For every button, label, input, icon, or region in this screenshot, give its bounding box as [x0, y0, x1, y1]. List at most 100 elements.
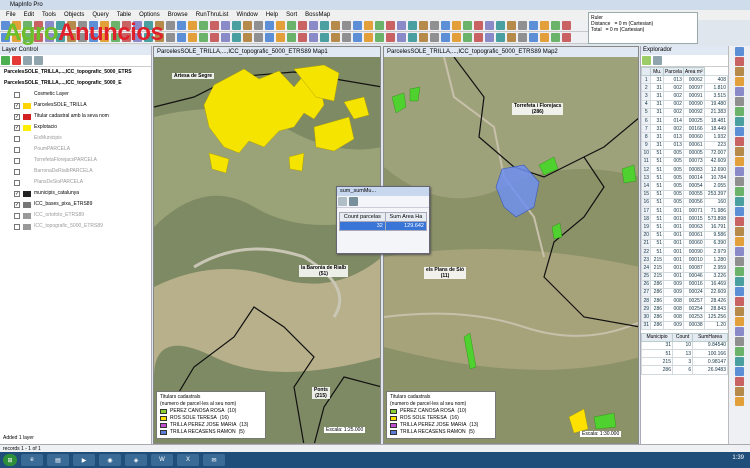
layer-row[interactable]: ICC_topografic_5000_ETRS89	[0, 221, 151, 232]
layer-visibility-checkbox[interactable]	[14, 212, 20, 219]
table-cell[interactable]: 29	[640, 304, 652, 314]
sum-count-cell[interactable]: 32	[339, 221, 386, 231]
tool-strip-icon[interactable]	[735, 107, 744, 116]
menu-item[interactable]: Browse	[168, 10, 188, 20]
table-cell[interactable]: 31	[650, 132, 664, 142]
table-cell[interactable]: 00060	[682, 238, 705, 248]
layer-visibility-checkbox[interactable]: ✓	[14, 124, 20, 131]
table-row[interactable]: 8 31 013 00060 1.932	[640, 132, 729, 142]
table-cell[interactable]: 00055	[682, 189, 705, 199]
table-cell[interactable]: 2.979	[703, 246, 729, 257]
table-cell[interactable]: 215	[641, 357, 673, 367]
toolbar-button-icon[interactable]	[353, 21, 362, 30]
table-cell[interactable]: 573.898	[703, 214, 729, 224]
table-cell[interactable]: 00097	[682, 83, 705, 93]
tool-strip-icon[interactable]	[735, 237, 744, 246]
toolbar-button-icon[interactable]	[496, 21, 505, 30]
toolbar-button-icon[interactable]	[496, 33, 505, 42]
layer-row[interactable]: ✓ Titular cadastral amb la seva nom	[0, 111, 151, 122]
tool-strip-icon[interactable]	[735, 327, 744, 336]
table-cell[interactable]: 31	[650, 140, 664, 150]
toolbar-button-icon[interactable]	[265, 21, 274, 30]
table-cell[interactable]: 00046	[682, 271, 705, 281]
layer-visibility-checkbox[interactable]: ✓	[14, 201, 20, 208]
table-row[interactable]: 15 51 005 00055 253.397	[640, 189, 729, 199]
tool-strip-icon[interactable]	[735, 317, 744, 326]
tool-strip-icon[interactable]	[735, 307, 744, 316]
layer-visibility-checkbox[interactable]	[14, 179, 20, 186]
table-cell[interactable]: 00005	[682, 148, 705, 158]
table-cell[interactable]: 160	[703, 197, 729, 208]
table-cell[interactable]: 009	[663, 287, 684, 298]
table-cell[interactable]: 30	[640, 312, 652, 322]
layer-row[interactable]: Cosmetic Layer	[0, 89, 151, 100]
table-cell[interactable]: 001	[663, 246, 684, 257]
tool-strip-icon[interactable]	[735, 217, 744, 226]
column-header[interactable]: Mu.	[650, 67, 664, 76]
toolbar-button-icon[interactable]	[463, 21, 472, 30]
table-row[interactable]: 10 51 005 00005 72.007	[640, 148, 729, 158]
tool-strip-icon[interactable]	[735, 67, 744, 76]
sum-row[interactable]: 32 129.642	[339, 221, 428, 231]
table-cell[interactable]: 19	[640, 222, 652, 232]
table-cell[interactable]: 005	[663, 189, 684, 199]
tool-strip-icon[interactable]	[735, 117, 744, 126]
table-row[interactable]: 26 286 009 00016 16.469	[640, 279, 729, 289]
toolbar-button-icon[interactable]	[188, 33, 197, 42]
start-button[interactable]: ⊞	[3, 454, 17, 466]
toolbar-button-icon[interactable]	[342, 33, 351, 42]
toolbar-button-icon[interactable]	[320, 21, 329, 30]
table-row[interactable]: 30 286 008 00253 125.256	[640, 312, 729, 322]
column-header[interactable]: Municipio	[641, 332, 673, 342]
table-cell[interactable]: 31	[650, 107, 664, 117]
table-cell[interactable]: 1.810	[703, 83, 729, 93]
table-cell[interactable]: 00090	[682, 99, 705, 109]
tool-strip-icon[interactable]	[735, 257, 744, 266]
table-row[interactable]: 4 31 002 00090 19.480	[640, 99, 729, 109]
table-cell[interactable]: 002	[663, 83, 684, 93]
table-cell[interactable]: 001	[663, 263, 684, 273]
table-row[interactable]: 31 286 009 00038 1.20	[640, 320, 729, 330]
table-cell[interactable]: 3	[671, 357, 694, 367]
table-cell[interactable]: 005	[663, 156, 684, 167]
toolbar-button-icon[interactable]	[254, 21, 263, 30]
toolbar-button-icon[interactable]	[540, 33, 549, 42]
toolbar-button-icon[interactable]	[287, 33, 296, 42]
table-row[interactable]: 28 286 008 00257 28.426	[640, 296, 729, 306]
toolbar-button-icon[interactable]	[276, 33, 285, 42]
table-row[interactable]: 3 31 002 00091 3.515	[640, 91, 729, 101]
layer-visibility-checkbox[interactable]	[14, 223, 20, 230]
table-cell[interactable]: 4	[640, 99, 652, 109]
tool-strip-icon[interactable]	[735, 127, 744, 136]
table-cell[interactable]: 15	[640, 189, 652, 199]
add-layer-icon[interactable]	[1, 56, 10, 65]
table-cell[interactable]: 2	[640, 83, 652, 93]
column-header[interactable]: Area m²	[682, 67, 705, 76]
table-cell[interactable]: 001	[663, 205, 684, 216]
taskbar-app-word[interactable]: W	[151, 454, 173, 466]
table-cell[interactable]: 6	[640, 115, 652, 126]
taskbar-app-mapinfo[interactable]: ◈	[125, 454, 147, 466]
taskbar-app-explorer[interactable]: ▤	[47, 454, 69, 466]
table-row[interactable]: 24 215 001 00087 2.959	[640, 263, 729, 273]
table-cell[interactable]: 008	[663, 304, 684, 314]
layer-visibility-checkbox[interactable]: ✓	[14, 113, 20, 120]
table-cell[interactable]: 00257	[682, 296, 705, 306]
table-cell[interactable]: 001	[663, 238, 684, 248]
summary-row[interactable]: 51 13 100.166	[641, 348, 728, 359]
layer-row[interactable]: TorrefetaFlorejacsPARCELA	[0, 155, 151, 166]
toolbar-button-icon[interactable]	[452, 33, 461, 42]
table-cell[interactable]: 00063	[682, 222, 705, 232]
table-cell[interactable]: 00253	[682, 312, 705, 322]
table-cell[interactable]: 22	[640, 246, 652, 257]
tool-strip-icon[interactable]	[735, 47, 744, 56]
move-down-icon[interactable]	[34, 56, 43, 65]
table-cell[interactable]: 0.98147	[692, 357, 728, 367]
table-cell[interactable]: 8	[640, 132, 652, 142]
table-cell[interactable]: 2.055	[703, 181, 729, 191]
layer-visibility-checkbox[interactable]: ✓	[14, 102, 20, 109]
table-cell[interactable]: 51	[650, 165, 664, 175]
table-row[interactable]: 23 215 001 00010 1.280	[640, 255, 729, 265]
table-cell[interactable]: 005	[663, 181, 684, 191]
map-entry-2[interactable]: ParcelesSOLE_TRILLA,...,ICC_topografic_5…	[0, 78, 151, 89]
